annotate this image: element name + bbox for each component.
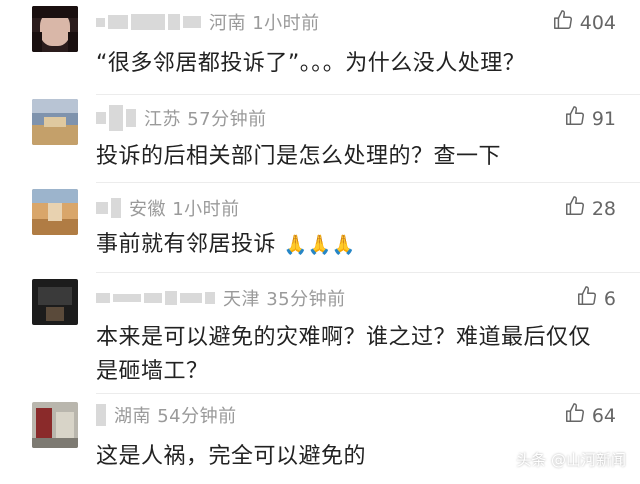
like-count: 91: [591, 107, 616, 130]
thumbs-up-icon: [564, 195, 586, 222]
like-button[interactable]: 28: [564, 195, 616, 222]
avatar[interactable]: [32, 6, 78, 52]
comment-item: 湖南 54分钟前 64 这是人祸，完全可以避免的: [0, 394, 640, 484]
comment-text: 投诉的后相关部门是怎么处理的？查一下: [96, 144, 502, 169]
like-count: 404: [579, 11, 616, 34]
comment-item: 江苏 57分钟前 91 投诉的后相关部门是怎么处理的？查一下: [0, 95, 640, 187]
thumbs-up-icon: [564, 402, 586, 429]
like-button[interactable]: 404: [552, 9, 616, 36]
region-time: 湖南 54分钟前: [114, 406, 237, 427]
like-button[interactable]: 6: [576, 285, 616, 312]
avatar[interactable]: [32, 99, 78, 145]
comment-item: 天津 35分钟前 6 本来是可以避免的灾难啊？谁之过？难道最后仅仅是砸墙工？: [0, 273, 640, 395]
comment-text: “很多邻居都投诉了”。。。为什么没人处理？: [96, 51, 526, 76]
like-button[interactable]: 91: [564, 105, 616, 132]
thumbs-up-icon: [552, 9, 574, 36]
region-time: 安徽 1小时前: [129, 199, 240, 220]
comment-text: 事前就有邻居投诉 🙏🙏🙏: [96, 228, 600, 262]
username-blurred[interactable]: [96, 291, 215, 305]
comment-text: 本来是可以避免的灾难啊？谁之过？难道最后仅仅是砸墙工？: [96, 325, 592, 384]
comment-meta: 河南 1小时前: [96, 9, 320, 35]
like-button[interactable]: 64: [564, 402, 616, 429]
region-time: 河南 1小时前: [209, 13, 320, 34]
comment-meta: 湖南 54分钟前: [96, 402, 237, 428]
username-blurred[interactable]: [96, 198, 121, 218]
username-blurred[interactable]: [96, 404, 106, 426]
region-time: 江苏 57分钟前: [144, 109, 267, 130]
avatar[interactable]: [32, 189, 78, 235]
like-count: 6: [603, 287, 616, 310]
avatar[interactable]: [32, 402, 78, 448]
region-time: 天津 35分钟前: [223, 289, 346, 310]
username-blurred[interactable]: [96, 105, 136, 131]
comment-meta: 安徽 1小时前: [96, 195, 240, 221]
comment-item: 河南 1小时前 404 “很多邻居都投诉了”。。。为什么没人处理？: [0, 0, 640, 96]
username-blurred[interactable]: [96, 14, 201, 30]
thumbs-up-icon: [564, 105, 586, 132]
like-count: 64: [591, 404, 616, 427]
folded-hands-icon: 🙏🙏🙏: [283, 234, 356, 256]
like-count: 28: [591, 197, 616, 220]
avatar[interactable]: [32, 279, 78, 325]
comment-text-content: 事前就有邻居投诉: [96, 232, 277, 257]
comment-item: 安徽 1小时前 28 事前就有邻居投诉 🙏🙏🙏: [0, 183, 640, 275]
watermark: 头条 @山河新闻: [516, 451, 626, 469]
thumbs-up-icon: [576, 285, 598, 312]
comment-meta: 江苏 57分钟前: [96, 105, 267, 131]
comment-meta: 天津 35分钟前: [96, 285, 346, 311]
